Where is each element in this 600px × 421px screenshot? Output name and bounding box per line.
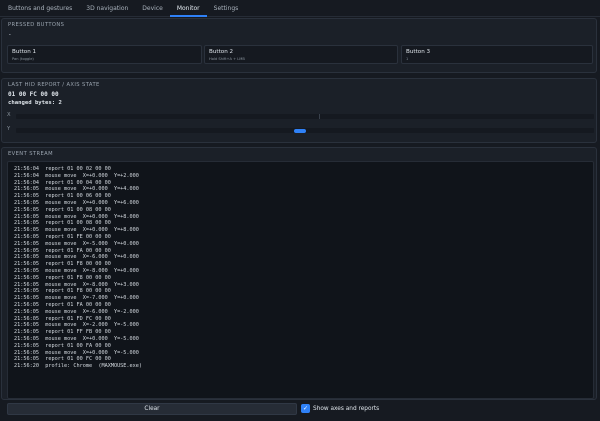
axis-y-thumb bbox=[294, 128, 306, 133]
checkmark-icon: ✓ bbox=[302, 404, 309, 412]
log-line: 21:56:05 report 01 00 FC 00 00 bbox=[14, 356, 111, 363]
log-line: 21:56:05 report 01 00 08 00 00 bbox=[14, 206, 111, 213]
log-line: 21:56:05 mouse move X=-8.000 Y=+3.000 bbox=[14, 281, 139, 288]
log-line: 21:56:05 report 01 00 08 00 00 bbox=[14, 220, 111, 227]
button-3-action: 1 bbox=[406, 57, 409, 61]
button-2-label: Button 2 bbox=[209, 49, 234, 55]
axis-y-label: Y bbox=[7, 126, 11, 132]
show-axes-label: Show axes and reports bbox=[313, 405, 380, 412]
button-1-card: Button 1 Pan (toggle) bbox=[7, 45, 202, 64]
log-line: 21:56:05 mouse move X=+0.000 Y=-5.000 bbox=[14, 335, 139, 342]
log-line: 21:56:05 mouse move X=-6.000 Y=-2.000 bbox=[14, 308, 139, 315]
axis-x-track bbox=[16, 114, 594, 119]
pressed-buttons-panel: PRESSED BUTTONS - Button 1 Pan (toggle) … bbox=[1, 18, 597, 73]
changed-bytes-text: changed bytes: 2 bbox=[8, 100, 62, 106]
tab-device[interactable]: Device bbox=[135, 0, 170, 16]
log-line: 21:56:05 mouse move X=-2.000 Y=-5.000 bbox=[14, 322, 139, 329]
log-line: 21:56:05 report 01 00 06 00 00 bbox=[14, 193, 111, 200]
log-line: 21:56:05 mouse move X=+0.000 Y=-5.000 bbox=[14, 349, 139, 356]
event-stream-title: EVENT STREAM bbox=[8, 151, 53, 157]
log-line: 21:56:05 mouse move X=-7.000 Y=+0.000 bbox=[14, 295, 139, 302]
log-line: 21:56:05 report 01 FE 00 00 00 bbox=[14, 233, 111, 240]
log-line: 21:56:05 report 01 FD FC 00 00 bbox=[14, 315, 111, 322]
hid-report-panel: LAST HID REPORT / AXIS STATE 01 00 FC 00… bbox=[1, 78, 597, 143]
tab-bar: Buttons and gestures 3D navigation Devic… bbox=[0, 0, 600, 17]
log-line: 21:56:04 report 01 00 02 00 00 bbox=[14, 166, 111, 172]
log-line: 21:56:05 mouse move X=-5.000 Y=+0.000 bbox=[14, 240, 139, 247]
axis-x-label: X bbox=[7, 112, 11, 118]
log-line: 21:56:05 mouse move X=+0.000 Y=+4.000 bbox=[14, 186, 139, 193]
log-line: 21:56:04 mouse move X=+0.000 Y=+2.000 bbox=[14, 172, 139, 179]
hid-report-title: LAST HID REPORT / AXIS STATE bbox=[8, 82, 100, 88]
log-line: 21:56:05 mouse move X=+0.000 Y=+6.000 bbox=[14, 199, 139, 206]
axis-y-track bbox=[16, 128, 594, 133]
button-1-action: Pan (toggle) bbox=[12, 57, 34, 61]
log-line: 21:56:05 report 01 FA 00 00 00 bbox=[14, 247, 111, 254]
show-axes-checkbox[interactable]: ✓ bbox=[301, 404, 310, 413]
log-line: 21:56:05 report 01 FA 00 00 00 bbox=[14, 301, 111, 308]
button-1-label: Button 1 bbox=[12, 49, 37, 55]
tab-monitor[interactable]: Monitor bbox=[169, 0, 207, 17]
log-line: 21:56:05 report 01 00 FA 00 00 bbox=[14, 342, 111, 349]
event-log[interactable]: 21:56:04 report 01 00 02 00 00 21:56:04 m… bbox=[7, 161, 594, 399]
log-line: 21:56:05 report 01 F8 00 00 00 bbox=[14, 274, 111, 281]
pressed-buttons-value: - bbox=[8, 31, 12, 38]
log-line: 21:56:05 mouse move X=+0.000 Y=+8.000 bbox=[14, 213, 139, 220]
hid-report-bytes: 01 00 FC 00 00 bbox=[8, 91, 59, 98]
log-line: 21:56:05 report 01 F8 00 00 00 bbox=[14, 288, 111, 295]
button-2-action: Hold Shift+A + LMB bbox=[209, 57, 245, 61]
log-line: 21:56:04 report 01 00 04 00 00 bbox=[14, 179, 111, 186]
log-line: 21:56:05 mouse move X=-6.000 Y=+0.000 bbox=[14, 254, 139, 261]
tab-3d-navigation[interactable]: 3D navigation bbox=[79, 0, 135, 16]
button-3-label: Button 3 bbox=[406, 49, 431, 55]
log-line: 21:56:05 mouse move X=-8.000 Y=+0.000 bbox=[14, 267, 139, 274]
button-2-card: Button 2 Hold Shift+A + LMB bbox=[204, 45, 398, 64]
log-line: 21:56:05 report 01 FF FB 00 00 bbox=[14, 329, 111, 336]
event-stream-panel: EVENT STREAM 21:56:04 report 01 00 02 00… bbox=[1, 147, 597, 400]
pressed-buttons-title: PRESSED BUTTONS bbox=[8, 22, 65, 28]
show-axes-toggle[interactable]: ✓ Show axes and reports bbox=[301, 404, 379, 413]
axis-x-center bbox=[319, 114, 320, 119]
button-3-card: Button 3 1 bbox=[401, 45, 593, 64]
log-line: 21:56:20 profile: Chrome (MAXMOUSE.exe) bbox=[14, 363, 143, 370]
log-line: 21:56:05 mouse move X=+0.000 Y=+8.000 bbox=[14, 227, 139, 234]
log-line: 21:56:05 report 01 F8 00 00 00 bbox=[14, 261, 111, 268]
clear-button[interactable]: Clear bbox=[7, 403, 297, 415]
tab-buttons-and-gestures[interactable]: Buttons and gestures bbox=[1, 0, 79, 16]
tab-settings[interactable]: Settings bbox=[207, 0, 246, 16]
